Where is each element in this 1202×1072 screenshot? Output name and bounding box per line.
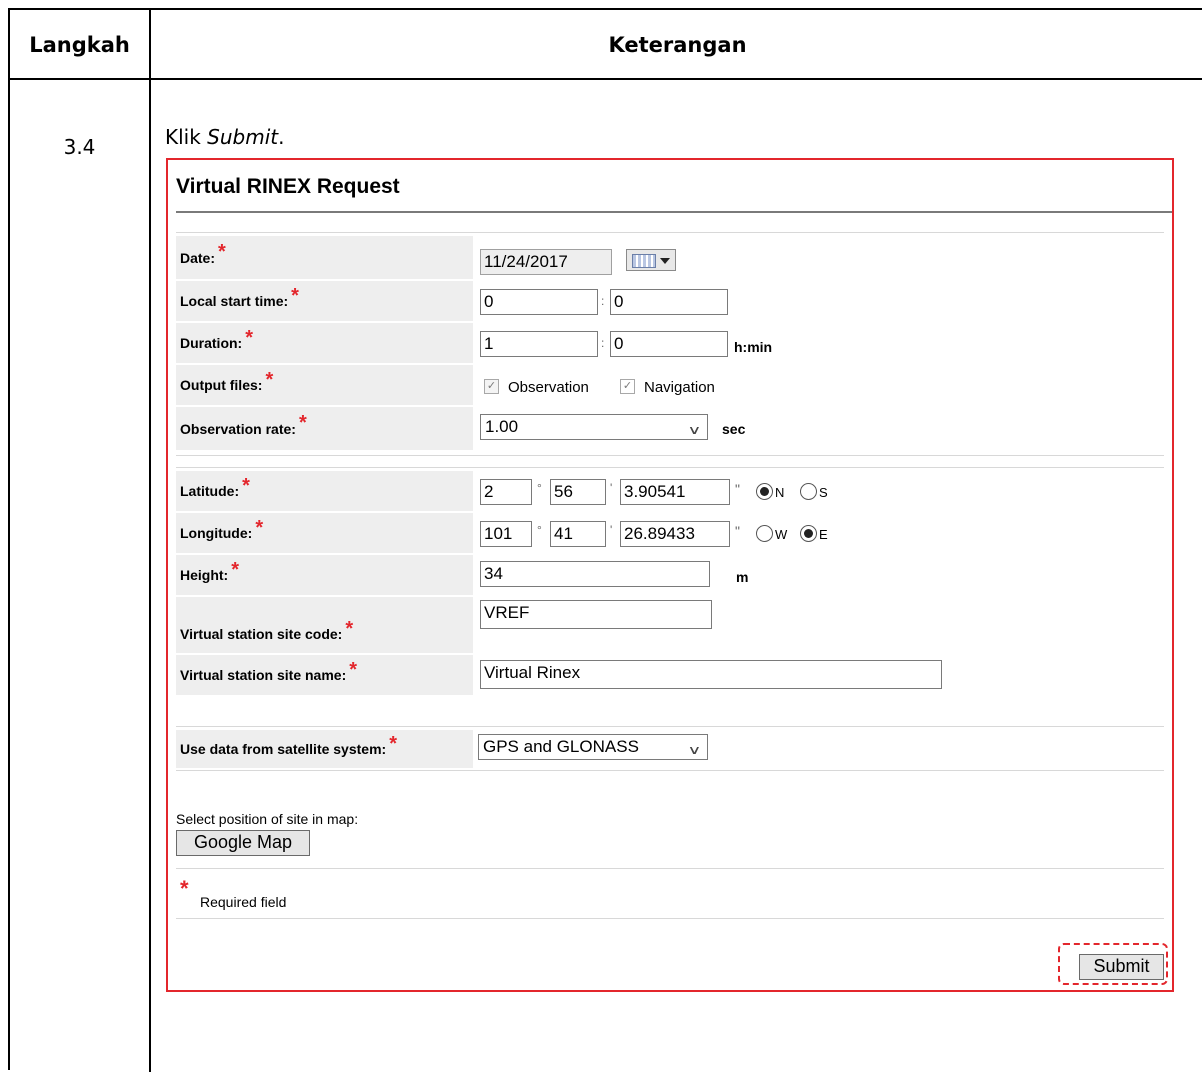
site-code-input[interactable]: VREF [480, 600, 712, 629]
instruction-emphasis: Submit [207, 125, 279, 149]
longitude-label: Longitude: * [176, 513, 473, 553]
longitude-east-label: E [819, 527, 828, 542]
header-keterangan: Keterangan [608, 33, 747, 57]
latitude-south-label: S [819, 485, 828, 500]
rinex-request-panel: Virtual RINEX Request Date: * 11/24/2017 … [166, 158, 1174, 992]
observation-rate-select[interactable]: 1.00 ∨ [480, 414, 708, 440]
row-divider [176, 455, 1164, 456]
instruction-suffix: . [278, 125, 285, 149]
site-code-label: Virtual station site code: * [176, 597, 473, 653]
step-number: 3.4 [63, 135, 96, 159]
latitude-south-radio[interactable] [800, 483, 817, 500]
height-input[interactable]: 34 [480, 561, 710, 587]
start-hour-input[interactable]: 0 [480, 289, 598, 315]
duration-minute-input[interactable]: 0 [610, 331, 728, 357]
minute-separator: ' [610, 523, 613, 537]
required-field-marker: * [180, 876, 189, 901]
chevron-down-icon: ∨ [687, 423, 702, 437]
submit-highlight-box [1058, 943, 1168, 985]
step-instruction: Klik Submit. [165, 125, 284, 149]
time-separator: : [601, 294, 605, 308]
longitude-degrees-input[interactable]: 101 [480, 521, 532, 547]
height-label: Height: * [176, 555, 473, 595]
required-field-note: Required field [200, 894, 287, 910]
chevron-down-icon [660, 258, 670, 264]
degree-separator: ° [537, 523, 542, 537]
calendar-picker-button[interactable] [626, 249, 676, 271]
latitude-degrees-input[interactable]: 2 [480, 479, 532, 505]
longitude-west-label: W [775, 527, 788, 542]
start-time-label: Local start time: * [176, 281, 473, 321]
row-divider [176, 868, 1164, 869]
observation-rate-value: 1.00 [485, 417, 519, 436]
row-divider [176, 770, 1164, 771]
row-divider [176, 726, 1164, 727]
longitude-seconds-input[interactable]: 26.89433 [620, 521, 730, 547]
satellite-system-label: Use data from satellite system: * [176, 730, 473, 768]
column-divider [149, 10, 151, 1072]
row-divider [176, 232, 1164, 233]
duration-unit: h:min [734, 339, 773, 355]
instruction-prefix: Klik [165, 125, 208, 149]
start-minute-input[interactable]: 0 [610, 289, 728, 315]
google-map-button[interactable]: Google Map [176, 830, 310, 856]
site-name-input[interactable]: Virtual Rinex [480, 660, 942, 689]
page-title: Virtual RINEX Request [176, 175, 400, 198]
latitude-seconds-input[interactable]: 3.90541 [620, 479, 730, 505]
satellite-system-value: GPS and GLONASS [483, 737, 639, 756]
header-langkah: Langkah [29, 33, 130, 57]
longitude-minutes-input[interactable]: 41 [550, 521, 606, 547]
output-files-label: Output files: * [176, 365, 473, 405]
date-label: Date: * [176, 236, 473, 279]
navigation-checkbox-label: Navigation [644, 379, 715, 396]
date-field[interactable]: 11/24/2017 [480, 249, 612, 275]
observation-rate-unit: sec [722, 421, 746, 437]
observation-checkbox-label: Observation [508, 379, 589, 396]
longitude-west-radio[interactable] [756, 525, 773, 542]
duration-hour-input[interactable]: 1 [480, 331, 598, 357]
latitude-label: Latitude: * [176, 471, 473, 511]
row-divider [176, 467, 1164, 468]
map-hint-text: Select position of site in map: [176, 811, 359, 827]
observation-checkbox[interactable]: ✓ [484, 379, 499, 394]
latitude-minutes-input[interactable]: 56 [550, 479, 606, 505]
degree-separator: ° [537, 481, 542, 495]
title-divider [176, 211, 1172, 213]
minute-separator: ' [610, 481, 613, 495]
satellite-system-select[interactable]: GPS and GLONASS ∨ [478, 734, 708, 760]
second-separator: " [735, 481, 740, 497]
calendar-icon [632, 254, 656, 268]
row-divider [176, 918, 1164, 919]
observation-rate-label: Observation rate: * [176, 407, 473, 450]
time-separator: : [601, 336, 605, 350]
second-separator: " [735, 523, 740, 539]
height-unit: m [736, 569, 749, 585]
site-name-label: Virtual station site name: * [176, 655, 473, 695]
latitude-north-label: N [775, 485, 785, 500]
chevron-down-icon: ∨ [687, 743, 702, 757]
navigation-checkbox[interactable]: ✓ [620, 379, 635, 394]
longitude-east-radio[interactable] [800, 525, 817, 542]
latitude-north-radio[interactable] [756, 483, 773, 500]
duration-label: Duration: * [176, 323, 473, 363]
